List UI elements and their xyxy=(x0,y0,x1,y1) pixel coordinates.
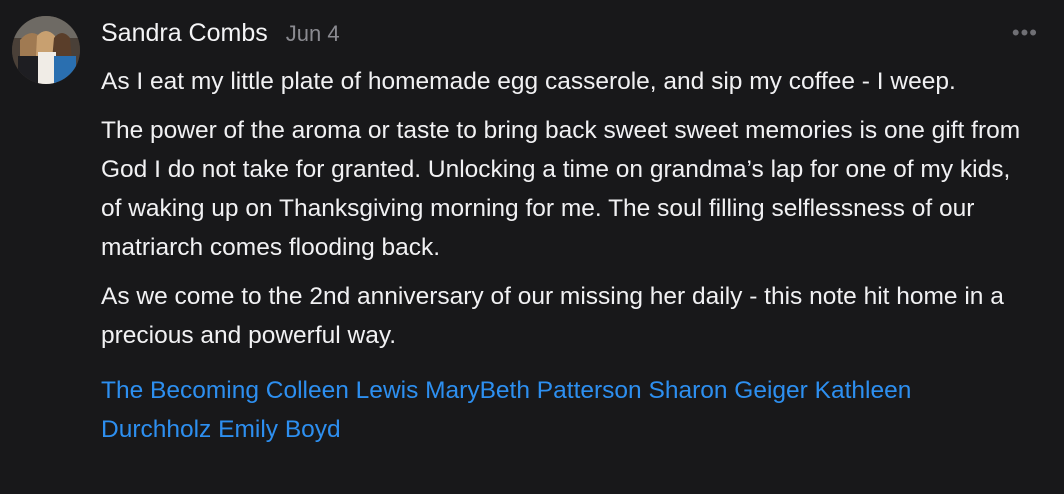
post-paragraph: As I eat my little plate of homemade egg… xyxy=(101,68,956,95)
avatar-photo xyxy=(12,16,80,84)
mention-link[interactable]: Emily Boyd xyxy=(218,416,341,443)
post-body: As I eat my little plate of homemade egg… xyxy=(101,62,1031,449)
post-header: Sandra Combs Jun 4 xyxy=(101,19,340,48)
mention-link[interactable]: Sharon Geiger xyxy=(648,377,807,404)
comment-post: Sandra Combs Jun 4 ••• As I eat my littl… xyxy=(0,0,1064,494)
post-paragraph: As we come to the 2nd anniversary of our… xyxy=(101,283,1004,349)
mention-link[interactable]: MaryBeth Patterson xyxy=(425,377,642,404)
mention-link[interactable]: The Becoming xyxy=(101,377,259,404)
post-paragraph: The power of the aroma or taste to bring… xyxy=(101,117,1021,261)
author-name[interactable]: Sandra Combs xyxy=(101,19,268,48)
post-date: Jun 4 xyxy=(285,21,340,46)
mention-link[interactable]: Colleen Lewis xyxy=(266,377,419,404)
mentions: The Becoming Colleen Lewis MaryBeth Patt… xyxy=(101,371,931,449)
more-options-icon[interactable]: ••• xyxy=(1012,22,1038,44)
avatar[interactable] xyxy=(12,16,80,84)
